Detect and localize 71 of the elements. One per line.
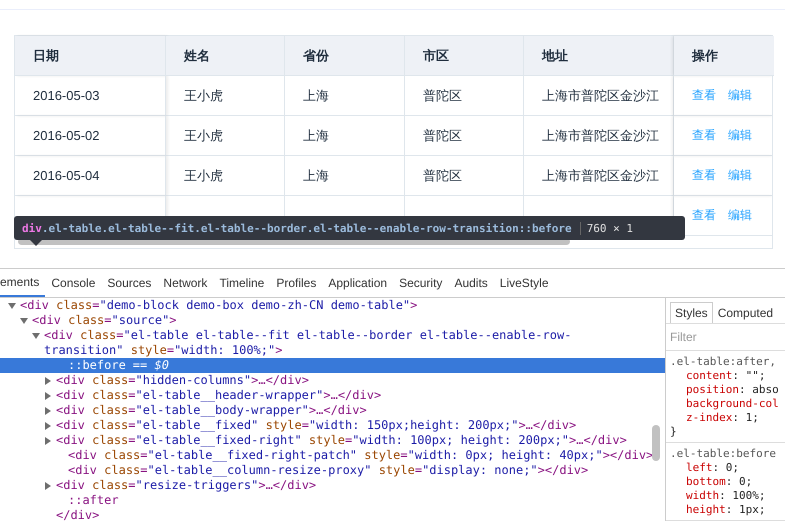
- css-selector: .el-table:before: [670, 447, 777, 461]
- dom-node-line[interactable]: <div class="el-table__fixed" style="width: 150px;height: 200px;">…</div>: [56, 418, 576, 433]
- column-header: 操作: [674, 36, 774, 76]
- dom-node-line[interactable]: <div class="el-table__column-resize-proxy" style="display: none;"></div>: [68, 463, 588, 478]
- collapsed-arrow-icon[interactable]: [44, 407, 52, 415]
- table-cell: 上海: [285, 116, 405, 156]
- collapsed-arrow-icon[interactable]: [44, 422, 52, 430]
- table-cell: 上海: [285, 156, 405, 196]
- dom-node-line[interactable]: <div class="hidden-columns">…</div>: [56, 373, 309, 388]
- devtools-tab[interactable]: LiveStyle: [494, 269, 554, 297]
- column-header: 地址: [524, 36, 674, 76]
- dom-node-line[interactable]: <div class="demo-block demo-box demo-zh-CN demo-table">: [20, 298, 418, 313]
- table-cell: 上海市普陀区金沙江: [524, 116, 674, 156]
- scrollbar-thumb[interactable]: [652, 425, 660, 461]
- dom-node-line[interactable]: <div class="el-table el-table--fit el-table--border el-table--enable-row-transition" style="width: 100%;">: [44, 328, 634, 358]
- dom-node-line[interactable]: ::after: [68, 493, 119, 508]
- devtools-tab[interactable]: ements: [0, 269, 46, 297]
- table-cell: 上海市普陀区金沙江: [524, 76, 674, 116]
- dom-node-line[interactable]: <div class="source">: [32, 313, 177, 328]
- dom-node-line[interactable]: <div class="resize-triggers">…</div>: [56, 478, 316, 493]
- column-header: 省份: [285, 36, 405, 76]
- tooltip-size: 760 × 1: [580, 222, 634, 234]
- css-declaration: width: 100%;: [685, 489, 766, 503]
- sidebar-tab[interactable]: Styles: [670, 302, 713, 323]
- table-cell: 上海: [285, 76, 405, 116]
- devtools-tab[interactable]: Network: [157, 269, 214, 297]
- devtools-tab[interactable]: Application: [322, 269, 394, 297]
- dom-node-line[interactable]: <div class="el-table__fixed-right" style="width: 100px; height: 200px;">…</div>: [56, 433, 627, 448]
- table-cell: 普陀区: [405, 76, 524, 116]
- devtools-tab[interactable]: Sources: [101, 269, 158, 297]
- dom-node-line[interactable]: </div>: [56, 508, 100, 521]
- expanded-arrow-icon[interactable]: [8, 302, 16, 310]
- devtools-tab[interactable]: Security: [393, 269, 448, 297]
- sidebar-tab[interactable]: Computed: [712, 302, 778, 323]
- table-cell: 普陀区: [405, 156, 524, 196]
- tooltip-tag: div: [22, 222, 42, 234]
- table-cell: 2016-05-04: [15, 156, 166, 196]
- table-cell: 王小虎: [166, 76, 285, 116]
- expanded-arrow-icon[interactable]: [20, 317, 28, 325]
- column-header: 姓名: [166, 36, 285, 76]
- css-declaration: position: abso: [685, 383, 780, 397]
- devtools-tab[interactable]: Audits: [448, 269, 494, 297]
- css-declaration: bottom: 0;: [685, 475, 754, 489]
- collapsed-arrow-icon[interactable]: [44, 437, 52, 445]
- table-cell: 普陀区: [405, 116, 524, 156]
- devtools-tab[interactable]: Console: [45, 269, 102, 297]
- rule-closing-brace: }: [670, 425, 678, 439]
- css-declaration: z-index: 1;: [685, 411, 760, 425]
- column-header: 日期: [15, 36, 166, 76]
- table-cell: 2016-05-03: [15, 76, 166, 116]
- css-declaration: left: 0;: [685, 461, 740, 475]
- column-header: 市区: [405, 36, 524, 76]
- css-selector: .el-table:after,: [670, 355, 777, 369]
- collapsed-arrow-icon[interactable]: [44, 482, 52, 490]
- table-cell: 上海市普陀区金沙江: [524, 156, 674, 196]
- css-declaration: content: "";: [685, 369, 766, 383]
- collapsed-arrow-icon[interactable]: [44, 392, 52, 400]
- devtools-tab[interactable]: Profiles: [270, 269, 322, 297]
- collapsed-arrow-icon[interactable]: [44, 377, 52, 385]
- expanded-arrow-icon[interactable]: [32, 332, 40, 340]
- dom-node-line[interactable]: <div class="el-table__header-wrapper">…</div>: [56, 388, 382, 403]
- node-reference-hint: == $0: [132, 358, 169, 373]
- table-cell: 王小虎: [166, 116, 285, 156]
- css-declaration: height: 1px;: [685, 503, 766, 517]
- devtools-tab[interactable]: Timeline: [213, 269, 270, 297]
- table-cell: 2016-05-02: [15, 116, 166, 156]
- dom-node-line[interactable]: <div class="el-table__body-wrapper">…</div>: [56, 403, 367, 418]
- tooltip-selector: .el-table.el-table--fit.el-table--border.el-table--enable-row-transition::before: [42, 222, 572, 234]
- css-declaration: background-col: [685, 397, 780, 411]
- dom-node-line[interactable]: ::before: [68, 358, 126, 373]
- table-cell: 王小虎: [166, 156, 285, 196]
